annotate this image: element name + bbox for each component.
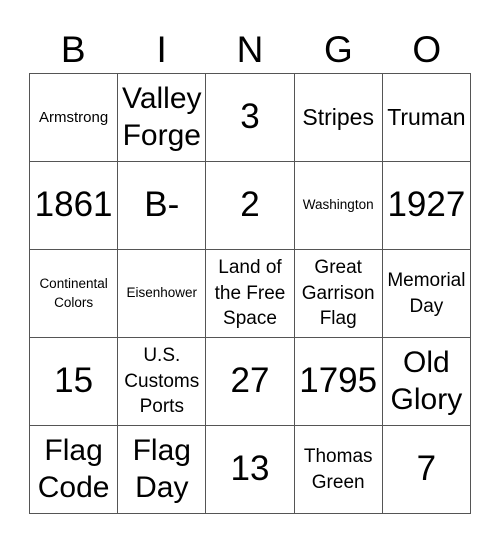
bingo-cell[interactable]: U.S. Customs Ports xyxy=(118,338,207,426)
bingo-cell[interactable]: Memorial Day xyxy=(382,250,471,338)
header-letter-b: B xyxy=(60,29,86,70)
bingo-cell[interactable]: 13 xyxy=(206,426,295,514)
bingo-header: B I N G O xyxy=(29,28,471,72)
header-letter-n: N xyxy=(236,29,264,70)
bingo-cell[interactable]: Eisenhower xyxy=(118,250,207,338)
bingo-cell[interactable]: Land of the Free Space xyxy=(206,250,295,338)
bingo-grid: Armstrong Valley Forge 3 Stripes Truman … xyxy=(29,73,471,514)
bingo-cell[interactable]: Valley Forge xyxy=(118,74,207,162)
bingo-cell[interactable]: 15 xyxy=(30,338,119,426)
bingo-cell[interactable]: 3 xyxy=(206,74,295,162)
bingo-cell[interactable]: Flag Day xyxy=(118,426,207,514)
header-letter-g: G xyxy=(323,29,353,70)
bingo-cell[interactable]: 7 xyxy=(382,426,471,514)
bingo-cell[interactable]: Continental Colors xyxy=(30,250,119,338)
bingo-cell[interactable]: Truman xyxy=(382,74,471,162)
bingo-cell[interactable]: 1927 xyxy=(382,162,471,250)
bingo-cell[interactable]: Great Garrison Flag xyxy=(294,250,383,338)
header-letter-i: I xyxy=(156,29,167,70)
bingo-cell[interactable]: Washington xyxy=(294,162,383,250)
bingo-cell[interactable]: 1795 xyxy=(294,338,383,426)
bingo-cell[interactable]: Stripes xyxy=(294,74,383,162)
bingo-cell[interactable]: 1861 xyxy=(30,162,119,250)
bingo-cell[interactable]: Armstrong xyxy=(30,74,119,162)
bingo-cell[interactable]: 27 xyxy=(206,338,295,426)
bingo-cell[interactable]: Thomas Green xyxy=(294,426,383,514)
header-letter-o: O xyxy=(412,29,442,70)
bingo-cell[interactable]: Flag Code xyxy=(30,426,119,514)
bingo-cell[interactable]: B- xyxy=(118,162,207,250)
bingo-cell[interactable]: Old Glory xyxy=(382,338,471,426)
bingo-cell[interactable]: 2 xyxy=(206,162,295,250)
